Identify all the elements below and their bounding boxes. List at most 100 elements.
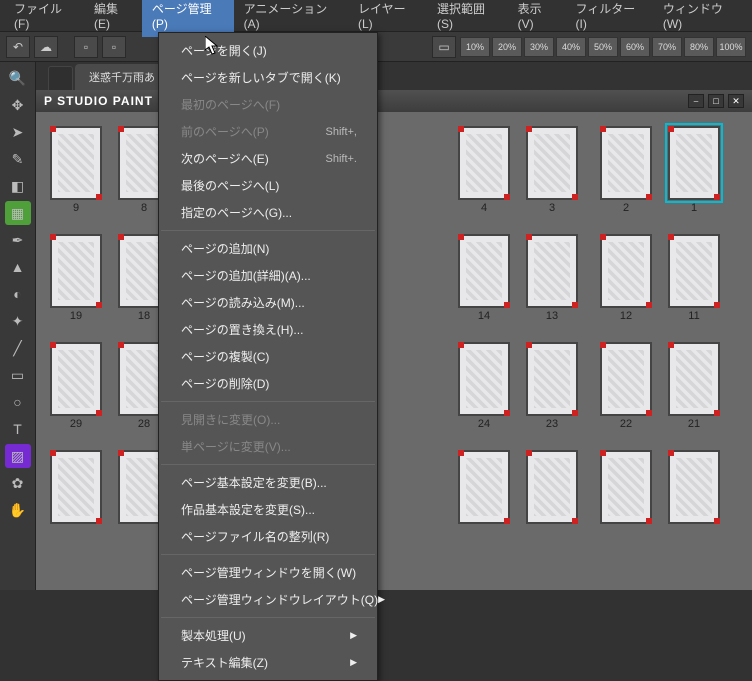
page-menu-dropdown: ページを開く(J)ページを新しいタブで開く(K)最初のページへ(F)前のページへ…: [158, 32, 378, 681]
menu-item[interactable]: 作品基本設定を変更(S)...: [159, 496, 377, 523]
zoom-20%[interactable]: 20%: [492, 37, 522, 57]
menu-item[interactable]: 最後のページへ(L): [159, 172, 377, 199]
menu-ウィンドウ(W)[interactable]: ウィンドウ(W): [653, 0, 748, 37]
close-button[interactable]: ✕: [728, 94, 744, 108]
page-thumbnail[interactable]: [666, 450, 722, 526]
page-thumbnail[interactable]: 11: [666, 234, 722, 322]
wand-tool-icon[interactable]: ✦: [5, 309, 31, 333]
page-thumbnail[interactable]: 3: [524, 126, 580, 214]
menu-item[interactable]: ページの複製(C): [159, 343, 377, 370]
workspace: 迷惑千万雨あ P STUDIO PAINT EX ⎯ □ ✕ 984321191…: [36, 62, 752, 590]
zoom-80%[interactable]: 80%: [684, 37, 714, 57]
page-thumbnail[interactable]: 23: [524, 342, 580, 430]
menu-separator: [161, 464, 375, 465]
page-thumbnail[interactable]: 19: [48, 234, 104, 322]
menu-item[interactable]: ページを開く(J): [159, 37, 377, 64]
zoom-30%[interactable]: 30%: [524, 37, 554, 57]
menu-item[interactable]: 次のページへ(E)Shift+.: [159, 145, 377, 172]
pattern-tool-icon[interactable]: ▨: [5, 444, 31, 468]
menu-item: 前のページへ(P)Shift+,: [159, 118, 377, 145]
page-thumbnail[interactable]: 24: [456, 342, 512, 430]
menu-item: 最初のページへ(F): [159, 91, 377, 118]
page-thumbnail[interactable]: 13: [524, 234, 580, 322]
page-thumbnail-area[interactable]: 984321191814131211292824232221: [36, 112, 752, 590]
menu-item[interactable]: ページの読み込み(M)...: [159, 289, 377, 316]
menu-item[interactable]: 指定のページへ(G)...: [159, 199, 377, 226]
menu-item[interactable]: ページ管理ウィンドウレイアウト(Q)▶: [159, 586, 377, 613]
menu-item[interactable]: 製本処理(U)▶: [159, 622, 377, 649]
menu-選択範囲(S)[interactable]: 選択範囲(S): [427, 0, 508, 37]
menu-item[interactable]: ページ基本設定を変更(B)...: [159, 469, 377, 496]
page-number-label: 21: [688, 418, 700, 430]
page-number-label: 11: [688, 310, 699, 322]
menu-separator: [161, 230, 375, 231]
menu-フィルター(I)[interactable]: フィルター(I): [566, 0, 653, 37]
page-thumbnail[interactable]: 12: [598, 234, 654, 322]
page-thumbnail[interactable]: 4: [456, 126, 512, 214]
brush-tool-icon[interactable]: ✎: [5, 147, 31, 171]
menu-ファイル(F)[interactable]: ファイル(F): [4, 0, 84, 37]
zoom-100%[interactable]: 100%: [716, 37, 746, 57]
gradient-tool-icon[interactable]: ◐: [5, 282, 31, 306]
zoom-70%[interactable]: 70%: [652, 37, 682, 57]
page-thumbnail[interactable]: 29: [48, 342, 104, 430]
rect-tool-icon[interactable]: ▭: [5, 363, 31, 387]
page-number-label: 2: [623, 202, 629, 214]
page-number-label: 14: [478, 310, 490, 322]
text-tool-icon[interactable]: T: [5, 417, 31, 441]
menu-item[interactable]: ページの置き換え(H)...: [159, 316, 377, 343]
page-thumbnail[interactable]: [598, 450, 654, 526]
page-thumbnail[interactable]: 14: [456, 234, 512, 322]
undo-button[interactable]: ↶: [6, 36, 30, 58]
menu-item: 見開きに変更(O)...: [159, 406, 377, 433]
page-thumbnail[interactable]: 21: [666, 342, 722, 430]
maximize-button[interactable]: □: [708, 94, 724, 108]
page-number-label: 18: [138, 310, 150, 322]
page-thumbnail[interactable]: 22: [598, 342, 654, 430]
pointer-tool-icon[interactable]: ➤: [5, 120, 31, 144]
page-thumbnail[interactable]: [524, 450, 580, 526]
line-tool-icon[interactable]: ╱: [5, 336, 31, 360]
zoom-40%[interactable]: 40%: [556, 37, 586, 57]
page-thumbnail[interactable]: 1: [666, 126, 722, 214]
menu-item[interactable]: ページ管理ウィンドウを開く(W): [159, 559, 377, 586]
page-number-label: 4: [481, 202, 487, 214]
page-number-label: 13: [546, 310, 558, 322]
hand-tool-icon[interactable]: ✋: [5, 498, 31, 522]
tab-bar: 迷惑千万雨あ: [36, 62, 752, 90]
zoom-50%[interactable]: 50%: [588, 37, 618, 57]
new-button[interactable]: ▫: [74, 36, 98, 58]
open-button[interactable]: ▫: [102, 36, 126, 58]
cloud-button[interactable]: ☁: [34, 36, 58, 58]
zoom-tool-icon[interactable]: 🔍: [5, 66, 31, 90]
marquee-tool-icon[interactable]: ▦: [5, 201, 31, 225]
eraser-tool-icon[interactable]: ◧: [5, 174, 31, 198]
menu-item[interactable]: ページファイル名の整列(R): [159, 523, 377, 550]
menu-item[interactable]: テキスト編集(Z)▶: [159, 649, 377, 676]
zoom-60%[interactable]: 60%: [620, 37, 650, 57]
page-number-label: 8: [141, 202, 147, 214]
stamp-tool-icon[interactable]: ✿: [5, 471, 31, 495]
menu-item[interactable]: ページの削除(D): [159, 370, 377, 397]
menu-item[interactable]: ページの追加(N): [159, 235, 377, 262]
bucket-tool-icon[interactable]: ▲: [5, 255, 31, 279]
minimize-button[interactable]: ⎯: [688, 94, 704, 108]
menu-編集(E)[interactable]: 編集(E): [84, 0, 142, 37]
tab-spacer[interactable]: [48, 66, 73, 90]
page-thumbnail[interactable]: 9: [48, 126, 104, 214]
panel-header: P STUDIO PAINT EX ⎯ □ ✕: [36, 90, 752, 112]
move-tool-icon[interactable]: ✥: [5, 93, 31, 117]
zoom-10%[interactable]: 10%: [460, 37, 490, 57]
page-thumbnail[interactable]: [456, 450, 512, 526]
page-number-label: 9: [73, 202, 79, 214]
page-thumbnail[interactable]: [48, 450, 104, 526]
menu-表示(V)[interactable]: 表示(V): [508, 0, 566, 37]
ruler-button[interactable]: ▭: [432, 36, 456, 58]
ellipse-tool-icon[interactable]: ○: [5, 390, 31, 414]
document-tab[interactable]: 迷惑千万雨あ: [75, 64, 169, 90]
menu-item[interactable]: ページの追加(詳細)(A)...: [159, 262, 377, 289]
page-thumbnail[interactable]: 2: [598, 126, 654, 214]
menu-item: 単ページに変更(V)...: [159, 433, 377, 460]
pen-tool-icon[interactable]: ✒: [5, 228, 31, 252]
menu-item[interactable]: ページを新しいタブで開く(K): [159, 64, 377, 91]
